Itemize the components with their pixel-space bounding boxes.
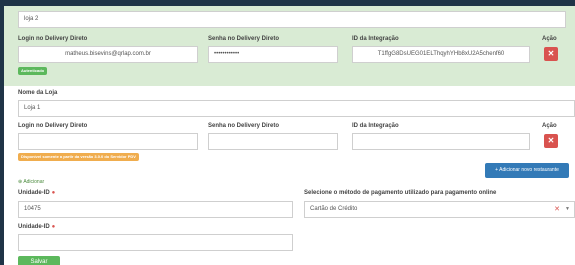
store-name-input-2[interactable]: Loja 1 — [18, 100, 575, 117]
authenticated-badge: Autenticado — [18, 67, 48, 75]
integration-id-input-2[interactable] — [352, 133, 530, 150]
password-label: Senha no Delivery Direto — [208, 36, 280, 42]
add-store-button[interactable]: + Adicionar novo restaurante — [485, 163, 569, 178]
unit-id-input[interactable]: 10475 — [18, 201, 293, 218]
password-input-2[interactable] — [208, 133, 338, 150]
delete-store-button-2[interactable]: ✕ — [544, 134, 558, 148]
password-label-2: Senha no Delivery Direto — [208, 123, 280, 129]
unit-id-label: Unidade-ID ● — [18, 190, 56, 196]
add-unit-link[interactable]: ⊕ Adicionar — [18, 179, 44, 185]
password-input[interactable]: •••••••••••• — [208, 46, 338, 63]
store-name-label: Nome da Loja — [18, 90, 58, 96]
integration-id-label-2: ID da Integração — [352, 123, 399, 129]
unit-id-label-2: Unidade-ID ● — [18, 224, 56, 230]
login-label: Login no Delivery Direto — [18, 36, 88, 42]
add-unit-label: Adicionar — [23, 179, 45, 185]
unit-id-label-text: Unidade-ID — [18, 190, 50, 196]
integration-settings-frame: loja 2 Login no Delivery Direto matheus.… — [4, 6, 575, 265]
payment-method-label: Selecione o método de pagamento utilizad… — [304, 190, 497, 196]
login-input[interactable]: matheus.bisevins@qrlap.com.br — [18, 46, 198, 63]
close-icon: ✕ — [547, 49, 555, 58]
chevron-down-icon: ▼ — [565, 206, 570, 212]
store-name-input[interactable]: loja 2 — [18, 11, 566, 28]
integration-id-label: ID da Integração — [352, 36, 399, 42]
unit-id-label-2-text: Unidade-ID — [18, 224, 50, 230]
unit-id-input-2[interactable] — [18, 234, 293, 251]
close-icon: ✕ — [547, 136, 555, 145]
payment-method-select[interactable]: Cartão de Crédito ✕ ▼ — [304, 201, 575, 218]
integration-id-input[interactable]: T1ffgG8DsUEG01ELThqyhYHb8xU2A5chenf60 — [352, 46, 530, 63]
login-input-2[interactable] — [18, 133, 198, 150]
login-label-2: Login no Delivery Direto — [18, 123, 88, 129]
action-label-2: Ação — [542, 123, 557, 129]
save-button[interactable]: Salvar — [18, 256, 60, 265]
action-label: Ação — [542, 36, 557, 42]
clear-selection-icon[interactable]: ✕ — [554, 202, 560, 217]
delete-store-button[interactable]: ✕ — [544, 47, 558, 61]
payment-method-value: Cartão de Crédito — [310, 206, 358, 212]
version-warning-badge: Disponível somente a partir da versão 3.… — [18, 153, 139, 161]
